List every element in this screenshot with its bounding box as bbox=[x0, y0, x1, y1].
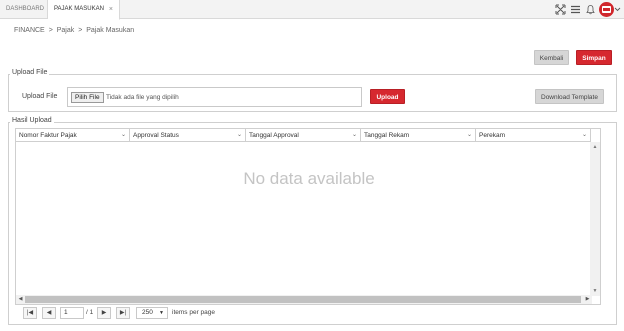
column-header-tanggal-approval[interactable]: Tanggal Approval ⌄ bbox=[246, 129, 361, 142]
column-header-approval-status[interactable]: Approval Status ⌄ bbox=[130, 129, 246, 142]
column-label: Tanggal Approval bbox=[249, 132, 299, 139]
upload-legend: Upload File bbox=[10, 69, 50, 76]
chevron-down-icon[interactable]: ⌄ bbox=[121, 129, 126, 142]
close-icon[interactable]: × bbox=[109, 0, 113, 19]
download-template-button[interactable]: Download Template bbox=[535, 89, 604, 104]
expand-icon[interactable] bbox=[555, 4, 566, 15]
tab-dashboard-label: DASHBOARD bbox=[6, 6, 45, 12]
top-bar: DASHBOARD PAJAK MASUKAN × bbox=[0, 0, 624, 20]
scroll-left-icon[interactable]: ◀ bbox=[16, 295, 25, 304]
file-status-text: Tidak ada file yang dipilih bbox=[106, 94, 179, 101]
breadcrumb-separator: > bbox=[78, 27, 83, 34]
page-size-select[interactable]: 250 ▼ bbox=[136, 307, 168, 319]
column-label: Tanggal Rekam bbox=[364, 132, 410, 139]
menu-icon[interactable] bbox=[570, 4, 581, 15]
chevron-down-icon[interactable]: ⌄ bbox=[237, 129, 242, 142]
file-input[interactable]: Pilih File Tidak ada file yang dipilih bbox=[67, 87, 362, 107]
breadcrumb-current: Pajak Masukan bbox=[86, 27, 135, 34]
bell-icon[interactable] bbox=[585, 4, 596, 15]
simpan-button[interactable]: Simpan bbox=[576, 50, 612, 65]
previous-page-icon[interactable]: ◀ bbox=[42, 307, 56, 319]
page-number-input[interactable]: 1 bbox=[60, 307, 84, 319]
chevron-down-icon[interactable]: ▼ bbox=[159, 308, 164, 318]
page-count-text: / 1 bbox=[86, 309, 94, 316]
choose-file-button[interactable]: Pilih File bbox=[71, 92, 104, 103]
scroll-up-icon[interactable]: ▲ bbox=[590, 144, 600, 150]
first-page-icon[interactable]: |◀ bbox=[23, 307, 37, 319]
last-page-icon[interactable]: ▶| bbox=[116, 307, 130, 319]
avatar[interactable] bbox=[599, 2, 614, 17]
column-label: Approval Status bbox=[133, 132, 179, 139]
scroll-thumb[interactable] bbox=[25, 296, 581, 303]
column-header-nomor-faktur[interactable]: Nomor Faktur Pajak ⌄ bbox=[16, 129, 130, 142]
kembali-button[interactable]: Kembali bbox=[534, 50, 569, 65]
breadcrumb-separator: > bbox=[48, 27, 53, 34]
chevron-down-icon[interactable]: ⌄ bbox=[582, 129, 587, 142]
horizontal-scrollbar[interactable]: ◀ ▶ bbox=[16, 295, 592, 304]
empty-state-text: No data available bbox=[243, 169, 375, 188]
result-legend: Hasil Upload bbox=[10, 117, 54, 124]
next-page-icon[interactable]: ▶ bbox=[97, 307, 111, 319]
upload-button[interactable]: Upload bbox=[370, 89, 405, 104]
grid-header: Nomor Faktur Pajak ⌄ Approval Status ⌄ T… bbox=[16, 129, 591, 142]
breadcrumb-finance[interactable]: FINANCE bbox=[14, 27, 45, 34]
chevron-down-icon[interactable]: ⌄ bbox=[352, 129, 357, 142]
tab-dashboard[interactable]: DASHBOARD bbox=[0, 0, 48, 19]
chevron-down-icon[interactable] bbox=[613, 4, 622, 15]
tab-pajak-masukan-label: PAJAK MASUKAN bbox=[54, 6, 104, 12]
pager: |◀ ◀ 1 / 1 ▶ ▶| 250 ▼ items per page bbox=[15, 306, 601, 320]
chevron-down-icon[interactable]: ⌄ bbox=[467, 129, 472, 142]
result-grid: Nomor Faktur Pajak ⌄ Approval Status ⌄ T… bbox=[15, 128, 601, 305]
scroll-right-icon[interactable]: ▶ bbox=[583, 295, 592, 304]
column-label: Perekam bbox=[479, 132, 506, 139]
page-size-value: 250 bbox=[142, 309, 153, 316]
breadcrumb-pajak[interactable]: Pajak bbox=[57, 27, 75, 34]
tab-pajak-masukan[interactable]: PAJAK MASUKAN × bbox=[48, 0, 120, 20]
column-label: Nomor Faktur Pajak bbox=[19, 132, 77, 139]
upload-label: Upload File bbox=[22, 93, 58, 100]
items-per-page-label: items per page bbox=[172, 309, 215, 316]
column-header-perekam[interactable]: Perekam ⌄ bbox=[476, 129, 591, 142]
column-header-tanggal-rekam[interactable]: Tanggal Rekam ⌄ bbox=[361, 129, 476, 142]
breadcrumb: FINANCE > Pajak > Pajak Masukan bbox=[14, 27, 136, 34]
vertical-scrollbar[interactable]: ▲ ▼ bbox=[590, 142, 600, 296]
scroll-down-icon[interactable]: ▼ bbox=[590, 288, 600, 294]
